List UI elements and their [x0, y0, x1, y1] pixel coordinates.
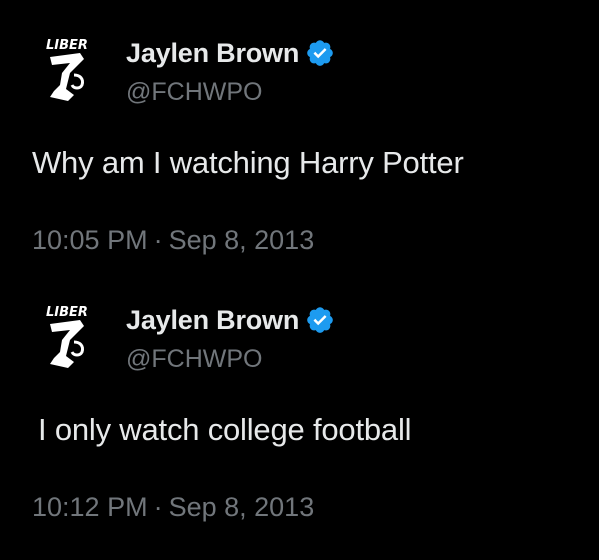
tweet-date: Sep 8, 2013: [168, 492, 315, 522]
author-handle[interactable]: @FCHWPO: [126, 78, 262, 107]
tweet-text: Why am I watching Harry Potter: [32, 145, 464, 180]
author-name-row[interactable]: Jaylen Brown: [126, 36, 335, 70]
tweet-text: I only watch college football: [38, 412, 412, 447]
tweet[interactable]: LIBER Jaylen Brown @FCHWPO Why am I watc…: [0, 0, 599, 270]
liberty-logo-avatar-icon[interactable]: LIBER: [40, 35, 104, 107]
display-name[interactable]: Jaylen Brown: [126, 305, 299, 336]
meta-separator: ·: [153, 225, 163, 255]
tweet-time: 10:05 PM: [32, 225, 148, 255]
tweet-time: 10:12 PM: [32, 492, 148, 522]
svg-text:LIBER: LIBER: [46, 38, 88, 53]
tweet-date: Sep 8, 2013: [168, 225, 315, 255]
verified-badge-icon: [305, 38, 335, 68]
meta-separator: ·: [153, 492, 163, 522]
svg-text:LIBER: LIBER: [46, 305, 88, 320]
verified-badge-icon: [305, 305, 335, 335]
tweet-timestamp[interactable]: 10:05 PM · Sep 8, 2013: [32, 225, 314, 256]
display-name[interactable]: Jaylen Brown: [126, 38, 299, 69]
author-name-row[interactable]: Jaylen Brown: [126, 303, 335, 337]
tweet-timestamp[interactable]: 10:12 PM · Sep 8, 2013: [32, 492, 314, 523]
liberty-logo-avatar-icon[interactable]: LIBER: [40, 302, 104, 374]
tweet[interactable]: LIBER Jaylen Brown @FCHWPO I only watch …: [0, 267, 599, 537]
author-handle[interactable]: @FCHWPO: [126, 345, 262, 374]
